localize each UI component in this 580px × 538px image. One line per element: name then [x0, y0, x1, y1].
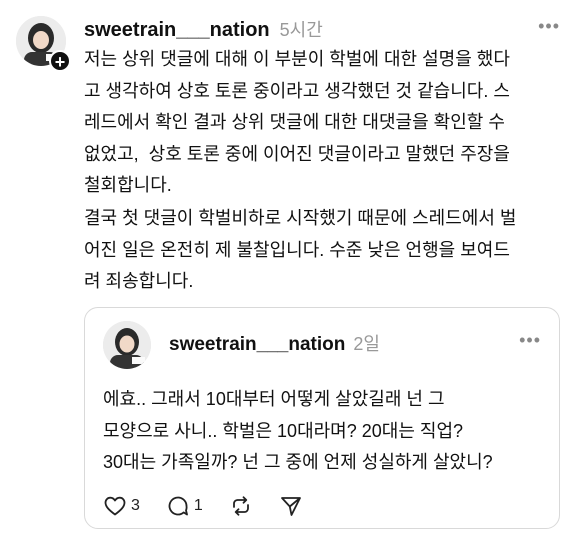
send-icon — [280, 497, 301, 516]
quoted-text: 에효.. 그래서 10대부터 어떻게 살았길래 넌 그 모양으로 사니.. 학벌… — [103, 389, 493, 472]
post-paragraph-1: 저는 상위 댓글에 대해 이 부분이 학벌에 대한 설명을 했다 고 생각하여 … — [84, 49, 510, 195]
quoted-avatar-image — [103, 321, 151, 369]
quoted-username[interactable]: sweetrain___nation — [169, 334, 345, 356]
quoted-more-options-icon[interactable]: ••• — [519, 330, 541, 351]
repost-button[interactable] — [229, 494, 253, 518]
author-username[interactable]: sweetrain___nation — [84, 19, 270, 42]
like-count: 3 — [131, 497, 140, 514]
quoted-timestamp: 2일 — [353, 334, 380, 354]
quoted-post-card[interactable]: sweetrain___nation 2일 ••• 에효.. 그래서 10대부터… — [84, 307, 560, 529]
like-button[interactable]: 3 — [103, 494, 140, 518]
heart-icon — [104, 496, 126, 516]
quoted-author-avatar[interactable] — [103, 321, 151, 369]
comment-button[interactable]: 1 — [166, 494, 203, 518]
post-timestamp: 5시간 — [279, 20, 323, 40]
more-options-icon[interactable]: ••• — [538, 16, 560, 37]
follow-plus-icon[interactable]: + — [49, 50, 71, 72]
share-button[interactable] — [279, 494, 303, 518]
comment-icon — [168, 496, 188, 516]
quoted-header: sweetrain___nation 2일 — [169, 330, 380, 356]
comment-count: 1 — [193, 497, 203, 514]
repost-icon — [232, 496, 249, 516]
action-bar: 3 1 — [103, 494, 329, 518]
post-paragraph-2: 결국 첫 댓글이 학벌비하로 시작했기 때문에 스레드에서 벌 어진 일은 온전… — [84, 208, 517, 291]
post-header: sweetrain___nation 5시간 — [84, 16, 323, 42]
